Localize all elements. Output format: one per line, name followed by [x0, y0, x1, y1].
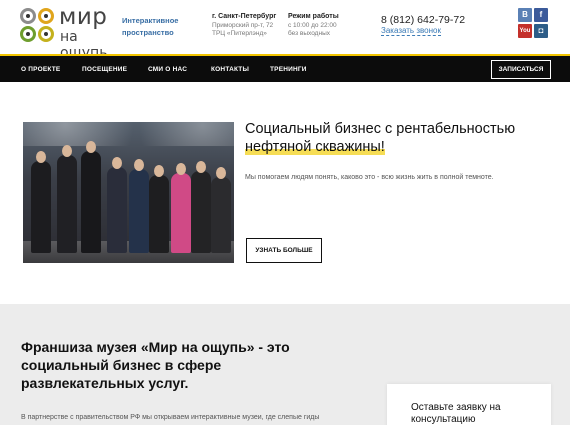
form-title: Оставьте заявку на консультацию — [411, 402, 501, 425]
signup-button[interactable]: ЗАПИСАТЬСЯ — [491, 60, 551, 79]
franchise-section: Франшиза музея «Мир на ощупь» - это соци… — [0, 304, 570, 425]
hours-time: с 10:00 до 22:00 — [288, 21, 337, 29]
facebook-icon[interactable]: f — [534, 8, 548, 22]
nav-item-about[interactable]: О ПРОЕКТЕ — [21, 66, 60, 73]
mall-name: ТРЦ «Питерлэнд» — [212, 30, 267, 37]
nav-item-trainings[interactable]: ТРЕНИНГИ — [270, 66, 307, 73]
callback-link[interactable]: Заказать звонок — [381, 26, 441, 36]
location-info: г. Санкт-Петербург Приморский пр-т, 72 Т… — [212, 13, 276, 39]
hours-note: без выходных — [288, 30, 330, 37]
main-nav: О ПРОЕКТЕ ПОСЕЩЕНИЕ СМИ О НАС КОНТАКТЫ Т… — [0, 54, 570, 82]
vk-icon[interactable]: В — [518, 8, 532, 22]
learn-more-button[interactable]: УЗНАТЬ БОЛЬШЕ — [246, 238, 322, 263]
social-links: В f You ◘ — [518, 8, 549, 39]
nav-item-contacts[interactable]: КОНТАКТЫ — [211, 66, 249, 73]
logo-text-main: мир — [59, 4, 108, 30]
instagram-icon[interactable]: ◘ — [534, 24, 548, 38]
nav-item-visit[interactable]: ПОСЕЩЕНИЕ — [82, 66, 127, 73]
hero-title-highlight: нефтяной скважины! — [245, 139, 385, 155]
city-name: г. Санкт-Петербург — [212, 13, 277, 20]
franchise-text: В партнерстве с правительством РФ мы отк… — [21, 414, 320, 421]
logo[interactable]: мир на ощупь — [20, 4, 116, 61]
nav-item-media[interactable]: СМИ О НАС — [148, 66, 187, 73]
franchise-title: Франшиза музея «Мир на ощупь» - это соци… — [21, 339, 290, 391]
hero-title: Социальный бизнес с рентабельностью нефт… — [245, 120, 545, 156]
youtube-icon[interactable]: You — [518, 24, 532, 38]
consultation-form-card: Оставьте заявку на консультацию — [387, 384, 551, 425]
hero-description: Мы помогаем людям понять, каково это - в… — [245, 174, 494, 181]
opening-hours: Режим работы с 10:00 до 22:00 без выходн… — [288, 13, 339, 39]
site-header: мир на ощупь Интерактивное пространство … — [0, 0, 570, 61]
address: Приморский пр-т, 72 — [212, 21, 274, 29]
hero-photo — [23, 122, 234, 263]
hero-title-line1: Социальный бизнес с рентабельностью — [245, 121, 516, 137]
hours-title: Режим работы — [288, 13, 339, 20]
phone-number[interactable]: 8 (812) 642-79-72 — [381, 14, 465, 26]
hero-section: Социальный бизнес с рентабельностью нефт… — [0, 82, 570, 304]
tagline: Интерактивное пространство — [122, 16, 179, 37]
logo-dots-icon — [20, 8, 56, 44]
